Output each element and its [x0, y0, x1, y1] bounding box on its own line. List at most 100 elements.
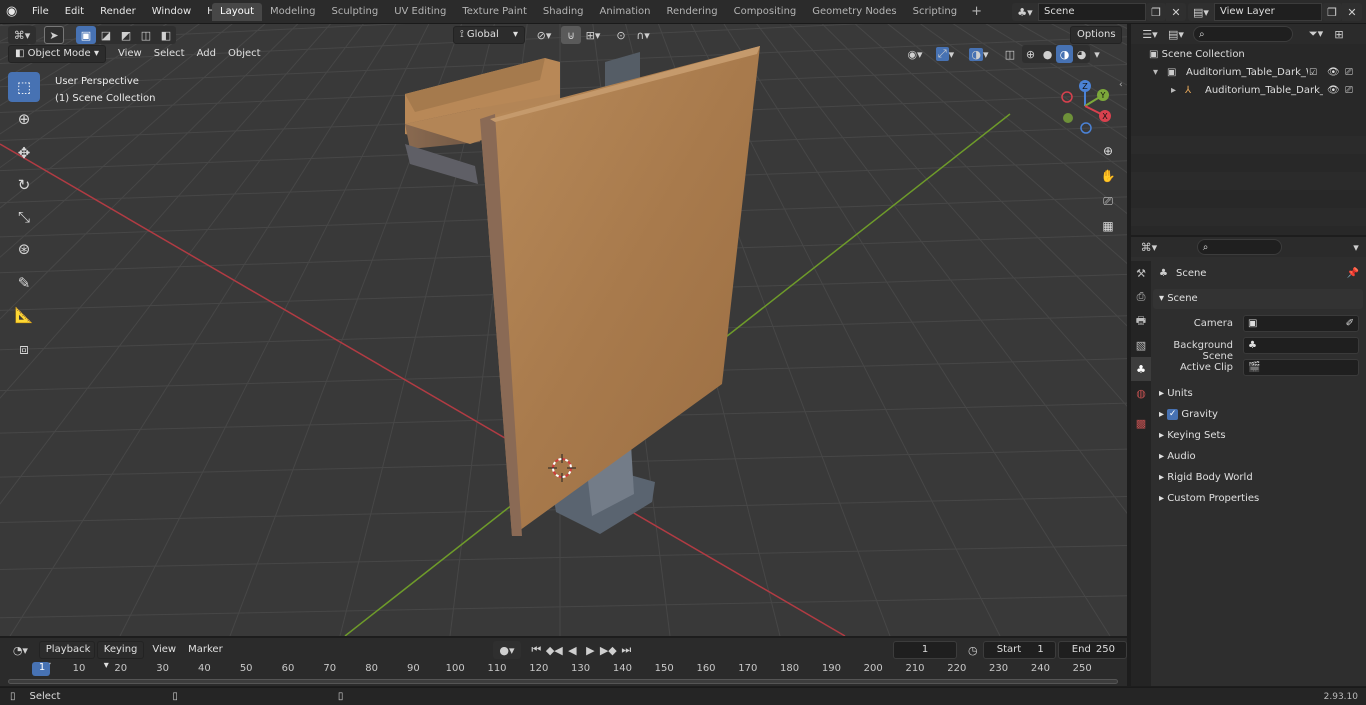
options-dropdown[interactable]: Options ▾ [1070, 26, 1122, 56]
timeline-menu-view[interactable]: View [146, 641, 182, 659]
view-layer-name-field[interactable]: View Layer [1214, 3, 1322, 21]
display-mode-icon[interactable]: ▤▾ [1163, 25, 1189, 43]
current-frame-field[interactable]: 1 [893, 641, 957, 659]
pivot-icon[interactable]: ⊘▾ [529, 26, 559, 44]
select-intersect-icon[interactable]: ◧ [156, 26, 176, 44]
scene-icon[interactable]: ♣▾ [1012, 3, 1038, 21]
tab-animation[interactable]: Animation [592, 3, 659, 21]
tool-tab-icon[interactable]: ⚒ [1131, 261, 1151, 285]
outliner-collection-row[interactable]: ▾ ▣ Auditorium_Table_Dark_Wood ☑ 👁 ⎚ [1131, 64, 1366, 82]
properties-search-input[interactable]: ⌕ [1196, 239, 1282, 255]
expand-right-icon[interactable]: ▸ [1171, 82, 1176, 100]
playback-dropdown[interactable]: Playback ▾ [38, 641, 95, 671]
editor-type-icon[interactable]: ⌘▾ [8, 26, 36, 44]
table-model[interactable] [405, 46, 760, 536]
expand-down-icon[interactable]: ▾ [1153, 64, 1158, 82]
cursor-tool-icon[interactable]: ⊕ [8, 104, 40, 134]
render-tab-icon[interactable]: ⎙ [1131, 285, 1151, 309]
menu-file[interactable]: File [24, 0, 57, 24]
camera-field[interactable]: ▣ ✐ [1243, 315, 1359, 332]
play-reverse-icon[interactable]: ◀ [563, 641, 581, 659]
measure-tool-icon[interactable]: 📐 [8, 300, 40, 330]
tab-scripting[interactable]: Scripting [905, 3, 965, 21]
move-tool-icon[interactable]: ✥ [8, 138, 40, 168]
tab-layout[interactable]: Layout [212, 3, 262, 21]
tab-sculpting[interactable]: Sculpting [324, 3, 387, 21]
panel-units[interactable]: ▸ Units [1153, 384, 1363, 404]
perspective-toggle-icon[interactable]: ▦ [1097, 215, 1119, 237]
transform-tool-icon[interactable]: ⊛ [8, 234, 40, 264]
timeline-editor-type-icon[interactable]: ◔▾ [8, 641, 33, 659]
view-layer-icon[interactable]: ▤▾ [1188, 3, 1214, 21]
scene-name-field[interactable]: Scene [1038, 3, 1146, 21]
select-subtract-icon[interactable]: ◩ [116, 26, 136, 44]
menu-edit[interactable]: Edit [57, 0, 92, 24]
select-box-tool-icon[interactable]: ⬚ [8, 72, 40, 102]
tab-modeling[interactable]: Modeling [262, 3, 324, 21]
outliner-scene-collection[interactable]: ▣ Scene Collection [1149, 46, 1245, 64]
pan-hand-icon[interactable]: ✋ [1097, 165, 1119, 187]
material-shading-icon[interactable]: ◑ [1056, 45, 1073, 63]
neg-x-axis-icon[interactable] [1061, 91, 1073, 103]
camera-view-icon[interactable]: ⎚ [1097, 190, 1119, 212]
texture-tab-icon[interactable]: ▩ [1131, 411, 1151, 435]
snap-target-icon[interactable]: ⊞▾ [581, 26, 605, 44]
xray-icon[interactable]: ◫ [1000, 45, 1020, 63]
delete-view-layer-icon[interactable]: ✕ [1342, 3, 1362, 21]
camera-icon[interactable]: ⎚ [1345, 64, 1353, 82]
rendered-shading-icon[interactable]: ◕ [1073, 45, 1090, 63]
pin-icon[interactable]: 📌 [1347, 268, 1359, 279]
outliner-editor-type-icon[interactable]: ☰▾ [1137, 25, 1163, 43]
outliner-search-input[interactable]: ⌕ [1193, 26, 1293, 42]
start-frame-field[interactable]: Start 1 [982, 641, 1056, 659]
rotate-tool-icon[interactable]: ↻ [8, 170, 40, 200]
menu-select[interactable]: Select [148, 45, 191, 63]
shading-options-icon[interactable]: ▾ [1090, 45, 1104, 63]
next-keyframe-icon[interactable]: ▶◆ [599, 641, 617, 659]
panel-gravity[interactable]: ▸ ✓ Gravity [1153, 405, 1363, 425]
menu-render[interactable]: Render [92, 0, 144, 24]
menu-add[interactable]: Add [191, 45, 222, 63]
jump-end-icon[interactable]: ⏭ [617, 641, 635, 659]
zoom-icon[interactable]: ⊕ [1097, 140, 1119, 162]
tab-rendering[interactable]: Rendering [659, 3, 726, 21]
select-tool-mini-icon[interactable]: ➤ [44, 26, 64, 44]
play-icon[interactable]: ▶ [581, 641, 599, 659]
add-cube-tool-icon[interactable]: ⧈ [8, 334, 40, 364]
gizmo-toggle-icon[interactable]: ⤢ ▾ [928, 45, 962, 63]
3d-viewport[interactable]: ⌘▾ ➤ ▣ ◪ ◩ ◫ ◧ ◧ Object Mode ▾ View Selec… [0, 24, 1127, 636]
timeline-scrollbar[interactable] [8, 679, 1118, 684]
eye-icon[interactable]: 👁 [1327, 82, 1340, 100]
orientation-dropdown[interactable]: ⟟ Global ▾ [453, 26, 525, 44]
checkbox-icon[interactable]: ☑ [1309, 64, 1317, 82]
background-scene-field[interactable]: ♣ [1243, 337, 1359, 354]
panel-rigid-body-world[interactable]: ▸ Rigid Body World [1153, 468, 1363, 488]
select-extend-icon[interactable]: ◪ [96, 26, 116, 44]
menu-window[interactable]: Window [144, 0, 199, 24]
annotate-tool-icon[interactable]: ✎ [8, 268, 40, 298]
tab-texture-paint[interactable]: Texture Paint [454, 3, 535, 21]
menu-object[interactable]: Object [222, 45, 267, 63]
sidebar-toggle-icon[interactable]: ‹ [1119, 80, 1123, 90]
keying-dropdown[interactable]: Keying ▾ [96, 641, 145, 671]
new-collection-icon[interactable]: ⊞ [1329, 25, 1349, 43]
eyedropper-icon[interactable]: ✐ [1346, 316, 1354, 331]
menu-view[interactable]: View [112, 45, 148, 63]
end-frame-field[interactable]: End 250 [1057, 641, 1127, 659]
panel-audio[interactable]: ▸ Audio [1153, 447, 1363, 467]
tab-geometry-nodes[interactable]: Geometry Nodes [804, 3, 904, 21]
world-tab-icon[interactable]: ◍ [1131, 381, 1151, 405]
jump-start-icon[interactable]: ⏮ [527, 641, 545, 659]
proportional-edit-icon[interactable]: ⊙ [611, 26, 631, 44]
falloff-icon[interactable]: ∩▾ [631, 26, 655, 44]
filter-icon[interactable]: ⏷▾ [1303, 25, 1329, 43]
solid-shading-icon[interactable]: ● [1039, 45, 1056, 63]
select-invert-icon[interactable]: ◫ [136, 26, 156, 44]
overlays-toggle-icon[interactable]: ◑ ▾ [962, 45, 996, 63]
panel-custom-properties[interactable]: ▸ Custom Properties [1153, 489, 1363, 509]
scene-section-header[interactable]: ▾ Scene [1153, 289, 1363, 309]
clock-icon[interactable]: ◷ [963, 641, 983, 659]
frame-ruler[interactable]: 10 20 30 40 50 60 70 80 90 100 110 120 130 140 150 160 1… [0, 663, 1127, 677]
prev-keyframe-icon[interactable]: ◆◀ [545, 641, 563, 659]
add-workspace-button[interactable]: + [965, 3, 988, 21]
